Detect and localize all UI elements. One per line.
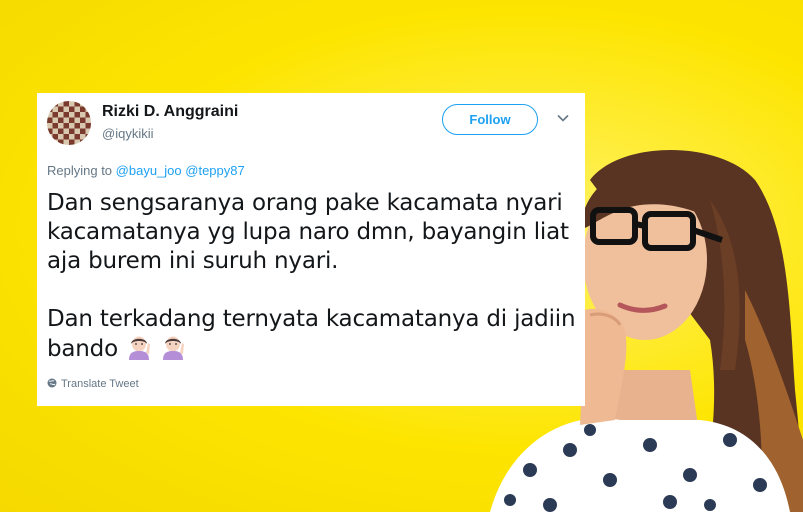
mention-link[interactable]: @teppy87 bbox=[185, 163, 244, 178]
replying-to-label: Replying to bbox=[47, 163, 113, 178]
replying-to-line: Replying to @bayu_joo @teppy87 bbox=[47, 163, 245, 178]
person-raising-hand-emoji bbox=[162, 336, 184, 360]
translate-tweet-link[interactable]: Translate Tweet bbox=[47, 378, 139, 390]
chevron-down-icon[interactable] bbox=[557, 112, 569, 124]
author-name[interactable]: Rizki D. Anggraini bbox=[102, 103, 238, 121]
tweet-text: Dan sengsaranya orang pake kacamata nyar… bbox=[47, 189, 577, 364]
person-raising-hand-emoji bbox=[128, 336, 150, 360]
tweet-paragraph: Dan sengsaranya orang pake kacamata nyar… bbox=[47, 190, 569, 274]
follow-button[interactable]: Follow bbox=[442, 104, 538, 135]
tweet-card: Rizki D. Anggraini @iqykikii Follow Repl… bbox=[37, 93, 585, 406]
globe-icon bbox=[47, 378, 57, 388]
avatar[interactable] bbox=[47, 101, 91, 145]
tweet-paragraph: Dan terkadang ternyata kacamatanya di ja… bbox=[47, 305, 577, 364]
mention-link[interactable]: @bayu_joo bbox=[116, 163, 182, 178]
translate-tweet-label[interactable]: Translate Tweet bbox=[61, 378, 139, 390]
author-handle[interactable]: @iqykikii bbox=[102, 126, 153, 141]
